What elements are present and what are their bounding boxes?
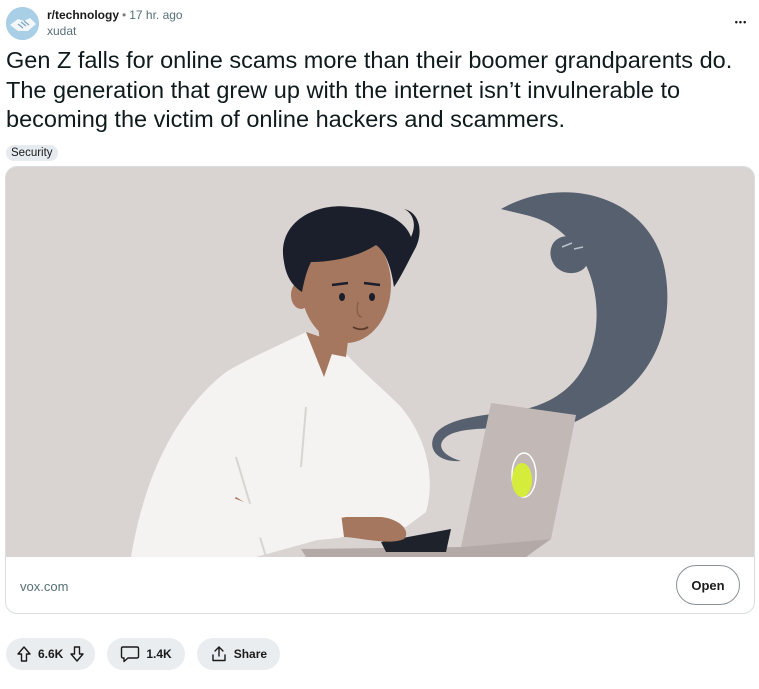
link-thumbnail-image[interactable]	[6, 167, 754, 557]
speech-bubble-icon	[120, 645, 140, 663]
vote-pill: 6.6K	[6, 638, 96, 670]
share-button[interactable]: Share	[196, 638, 281, 670]
scam-illustration	[6, 167, 754, 557]
ellipsis-icon: •••	[734, 17, 748, 27]
post-timestamp: 17 hr. ago	[129, 8, 183, 22]
subreddit-link[interactable]: r/technology	[47, 7, 119, 23]
post-title[interactable]: Gen Z falls for online scams more than t…	[6, 46, 751, 135]
link-domain[interactable]: vox.com	[20, 579, 68, 594]
arrow-up-icon[interactable]	[16, 645, 32, 663]
subreddit-avatar[interactable]	[6, 6, 39, 40]
post-flair[interactable]: Security	[6, 145, 58, 161]
link-preview-card[interactable]: vox.com Open	[5, 166, 755, 614]
open-link-button[interactable]: Open	[676, 565, 740, 605]
post-header: r/technology • 17 hr. ago xudat	[6, 6, 183, 40]
share-label: Share	[233, 647, 268, 661]
comment-count: 1.4K	[146, 647, 172, 661]
arrow-down-icon[interactable]	[69, 645, 85, 663]
laptop-sticker	[512, 463, 532, 497]
share-icon	[210, 645, 228, 663]
post-action-bar: 6.6K 1.4K Share	[6, 638, 281, 670]
meta-separator: •	[122, 8, 127, 22]
comments-button[interactable]: 1.4K	[107, 638, 185, 670]
handshake-avatar-icon	[6, 6, 39, 40]
upvote-count: 6.6K	[38, 647, 64, 661]
author-link[interactable]: xudat	[47, 23, 183, 39]
more-options-button[interactable]: •••	[729, 12, 753, 32]
